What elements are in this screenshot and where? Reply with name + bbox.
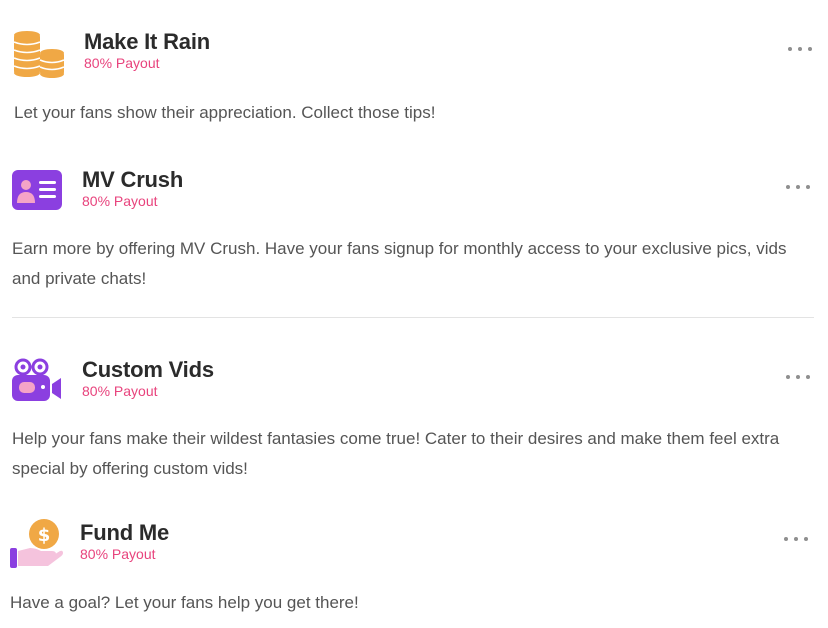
svg-text:$: $ <box>38 525 51 546</box>
more-options-button[interactable] <box>784 532 808 546</box>
service-description: Let your fans show their appreciation. C… <box>14 103 436 122</box>
service-title: Custom Vids <box>82 357 214 382</box>
hand-coin-icon: $ <box>8 518 64 574</box>
service-title: Fund Me <box>80 520 170 545</box>
service-payout: 80% Payout <box>84 55 160 71</box>
more-options-button[interactable] <box>788 42 812 56</box>
more-options-button[interactable] <box>786 370 810 384</box>
service-payout: 80% Payout <box>80 546 156 562</box>
video-camera-icon <box>12 358 68 414</box>
service-description: Earn more by offering MV Crush. Have you… <box>12 239 787 288</box>
service-title: Make It Rain <box>84 29 210 54</box>
service-card-make-it-rain: Make It Rain 80% Payout Let your fans sh… <box>0 0 828 140</box>
coins-stack-icon <box>12 28 68 84</box>
more-options-button[interactable] <box>786 180 810 194</box>
id-card-icon <box>12 170 68 226</box>
service-payout: 80% Payout <box>82 383 158 399</box>
service-title: MV Crush <box>82 167 184 192</box>
section-divider <box>12 317 814 318</box>
service-description: Help your fans make their wildest fantas… <box>12 429 780 478</box>
service-description: Have a goal? Let your fans help you get … <box>10 593 359 612</box>
service-payout: 80% Payout <box>82 193 158 209</box>
